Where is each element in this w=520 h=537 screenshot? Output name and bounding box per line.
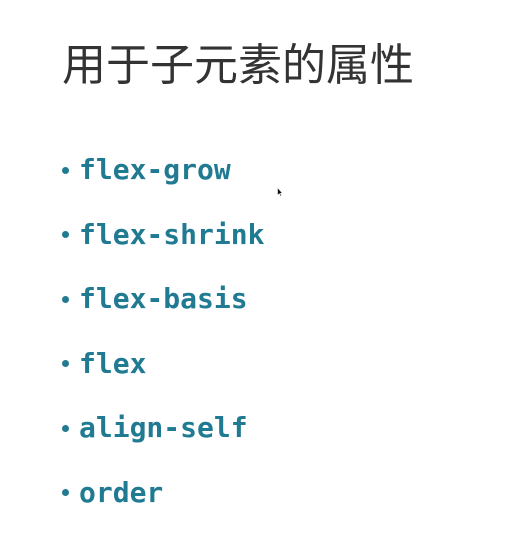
list-item: flex-grow — [62, 150, 264, 190]
list-item: flex — [62, 344, 264, 384]
list-item: align-self — [62, 408, 264, 448]
list-item-label: order — [79, 475, 164, 509]
bullet-icon — [62, 231, 69, 238]
bullet-icon — [62, 166, 69, 174]
bullet-icon — [62, 424, 69, 432]
list-item-label: flex-basis — [79, 282, 248, 315]
property-list: flex-grow flex-shrink flex-basis flex al… — [62, 150, 264, 537]
mouse-pointer-icon — [277, 187, 283, 197]
slide: 用于子元素的属性 flex-grow flex-shrink flex-basi… — [0, 0, 520, 535]
list-item-label: align-self — [79, 411, 248, 444]
bullet-icon — [62, 360, 69, 367]
list-item: order — [62, 473, 264, 513]
bullet-icon — [62, 295, 69, 303]
list-item-label: flex — [79, 346, 147, 380]
list-item-label: flex-grow — [79, 153, 231, 186]
bullet-icon — [62, 489, 69, 496]
list-item-label: flex-shrink — [79, 217, 265, 251]
list-item: flex-basis — [62, 279, 264, 319]
list-item: flex-shrink — [62, 215, 264, 255]
slide-title: 用于子元素的属性 — [62, 40, 414, 91]
